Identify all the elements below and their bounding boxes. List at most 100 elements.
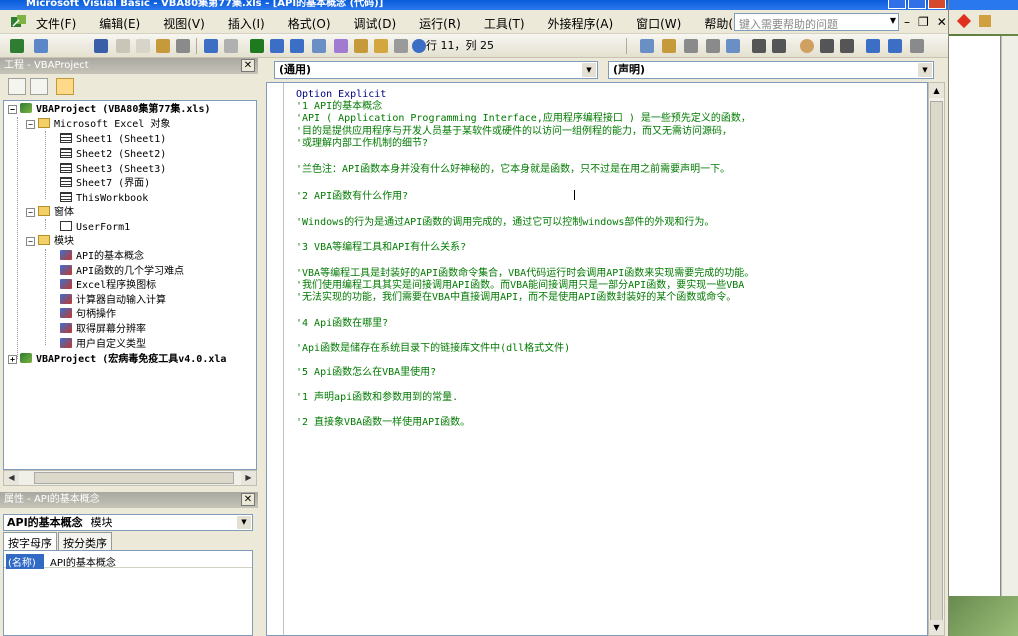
- menu-view[interactable]: 视图(V): [163, 15, 205, 32]
- collapse-icon[interactable]: −: [26, 208, 35, 217]
- code-line[interactable]: '或理解内部工作机制的细节?: [296, 138, 428, 150]
- scroll-down-icon[interactable]: ▼: [929, 620, 944, 635]
- previous-bookmark-icon[interactable]: [910, 39, 924, 53]
- mdi-minimize-button[interactable]: –: [904, 15, 910, 29]
- tree-item-project-xla[interactable]: + VBAProject (宏病毒免疫工具v4.0.xla: [8, 353, 226, 367]
- object-browser-icon[interactable]: [374, 39, 388, 53]
- redo-icon[interactable]: [224, 39, 238, 53]
- collapse-icon[interactable]: −: [8, 105, 17, 114]
- code-line[interactable]: 'VBA等编程工具是封装好的API函数命令集合，VBA代码运行时会调用API函数…: [296, 268, 754, 280]
- properties-window-icon[interactable]: [354, 39, 368, 53]
- reset-icon[interactable]: [290, 39, 304, 53]
- code-line[interactable]: '4 Api函数在哪里?: [296, 318, 388, 330]
- design-mode-icon[interactable]: [312, 39, 326, 53]
- properties-close-button[interactable]: ✕: [241, 493, 255, 506]
- tree-item-module-resolution[interactable]: 取得屏幕分辨率: [60, 323, 146, 337]
- code-line[interactable]: '我们使用编程工具其实是间接调用API函数。而VBA能间接调用只是一部分API函…: [296, 280, 744, 292]
- menu-window[interactable]: 窗口(W): [636, 15, 681, 32]
- tree-item-sheet1[interactable]: Sheet1 (Sheet1): [60, 133, 166, 147]
- project-close-button[interactable]: ✕: [241, 59, 255, 72]
- tree-item-module-user-type[interactable]: 用户自定义类型: [60, 338, 146, 352]
- tree-item-thisworkbook[interactable]: ThisWorkbook: [60, 192, 148, 206]
- code-line[interactable]: '3 VBA等编程工具和API有什么关系?: [296, 242, 466, 254]
- parameter-info-icon[interactable]: [706, 39, 720, 53]
- tree-item-project[interactable]: − VBAProject (VBA80集第77集.xls): [8, 103, 211, 117]
- tree-item-sheet3[interactable]: Sheet3 (Sheet3): [60, 163, 166, 177]
- scroll-thumb[interactable]: [34, 472, 234, 484]
- code-line[interactable]: '2 直接象VBA函数一样使用API函数。: [296, 417, 470, 429]
- help-search-input[interactable]: 键入需要帮助的问题 ▼: [734, 13, 899, 31]
- indent-icon[interactable]: [752, 39, 766, 53]
- outdent-icon[interactable]: [772, 39, 786, 53]
- object-dropdown[interactable]: (通用) ▼: [274, 61, 598, 79]
- toggle-folders-button[interactable]: [56, 78, 74, 95]
- tree-item-module-handle[interactable]: 句柄操作: [60, 308, 116, 322]
- scroll-right-icon[interactable]: ▶: [241, 471, 256, 485]
- collapse-icon[interactable]: −: [26, 120, 35, 129]
- uncomment-block-icon[interactable]: [840, 39, 854, 53]
- code-vertical-scrollbar[interactable]: ▲ ▼: [928, 82, 945, 636]
- scroll-left-icon[interactable]: ◀: [4, 471, 19, 485]
- code-line[interactable]: '2 API函数有什么作用?: [296, 191, 408, 203]
- complete-word-icon[interactable]: [726, 39, 740, 53]
- expand-icon[interactable]: +: [8, 355, 17, 364]
- tree-item-forms[interactable]: − 窗体: [26, 206, 74, 220]
- next-bookmark-icon[interactable]: [888, 39, 902, 53]
- mdi-restore-button[interactable]: ❐: [918, 15, 929, 29]
- tree-item-module-api-basics[interactable]: API的基本概念: [60, 250, 144, 264]
- cut-icon[interactable]: [116, 39, 130, 53]
- paste-icon[interactable]: [156, 39, 170, 53]
- tree-item-sheet7[interactable]: Sheet7 (界面): [60, 177, 150, 191]
- chevron-down-icon[interactable]: ▼: [918, 63, 932, 77]
- scroll-thumb[interactable]: [930, 101, 943, 621]
- code-line[interactable]: 'Api函数是储存在系统目录下的链接库文件中(dll格式文件): [296, 343, 570, 355]
- menu-file[interactable]: 文件(F): [36, 15, 76, 32]
- menu-run[interactable]: 运行(R): [419, 15, 461, 32]
- menu-tools[interactable]: 工具(T): [484, 15, 525, 32]
- red-diamond-icon[interactable]: [956, 13, 972, 29]
- comment-block-icon[interactable]: [820, 39, 834, 53]
- help-icon[interactable]: [412, 39, 426, 53]
- procedure-dropdown[interactable]: (声明) ▼: [608, 61, 934, 79]
- tree-item-module-excel-icon[interactable]: Excel程序换图标: [60, 279, 156, 293]
- view-object-button[interactable]: [30, 78, 48, 95]
- tree-item-module-calculator[interactable]: 计算器自动输入计算: [60, 294, 166, 308]
- list-constants-icon[interactable]: [662, 39, 676, 53]
- close-window-button[interactable]: [928, 0, 946, 9]
- code-line[interactable]: '兰色注：API函数本身并没有什么好神秘的，它本身就是函数，只不过是在用之前需要…: [296, 164, 730, 176]
- menu-format[interactable]: 格式(O): [288, 15, 331, 32]
- view-code-button[interactable]: [8, 78, 26, 95]
- toggle-bookmark-icon[interactable]: [866, 39, 880, 53]
- tab-categorized[interactable]: 按分类序: [58, 532, 112, 550]
- chevron-down-icon[interactable]: ▼: [237, 516, 251, 529]
- code-line[interactable]: Option Explicit: [296, 89, 386, 101]
- code-line[interactable]: '5 Api函数怎么在VBA里使用?: [296, 367, 436, 379]
- code-line[interactable]: 'API ( Application Programming Interface…: [296, 113, 751, 125]
- scroll-up-icon[interactable]: ▲: [929, 83, 944, 98]
- code-line[interactable]: '目的是提供应用程序与开发人员基于某软件或硬件的以访问一组例程的能力，而又无需访…: [296, 126, 732, 138]
- run-icon[interactable]: [250, 39, 264, 53]
- tree-item-excel-objects[interactable]: − Microsoft Excel 对象: [26, 118, 170, 132]
- tree-item-sheet2[interactable]: Sheet2 (Sheet2): [60, 148, 166, 162]
- undo-icon[interactable]: [204, 39, 218, 53]
- menu-addins[interactable]: 外接程序(A): [548, 15, 614, 32]
- code-line[interactable]: '1 API的基本概念: [296, 101, 382, 113]
- toolbox-icon[interactable]: [394, 39, 408, 53]
- save-icon[interactable]: [94, 39, 108, 53]
- menu-edit[interactable]: 编辑(E): [99, 15, 140, 32]
- mdi-close-button[interactable]: ✕: [937, 15, 947, 29]
- properties-object-select[interactable]: API的基本概念 模块 ▼: [3, 514, 253, 531]
- collapse-icon[interactable]: −: [26, 237, 35, 246]
- code-line[interactable]: '1 声明api函数和参数用到的常量.: [296, 392, 458, 404]
- background-scrollbar[interactable]: [1001, 36, 1018, 596]
- code-line[interactable]: '无法实现的功能，我们需要在VBA中直接调用API，而不是使用API函数封装好的…: [296, 292, 736, 304]
- maximize-button[interactable]: [908, 0, 926, 9]
- tree-item-module-api-difficulties[interactable]: API函数的几个学习难点: [60, 265, 184, 279]
- code-margin-indicator-bar[interactable]: [267, 83, 284, 635]
- property-row[interactable]: (名称) API的基本概念: [4, 553, 252, 569]
- project-explorer-icon[interactable]: [334, 39, 348, 53]
- menu-debug[interactable]: 调试(D): [354, 15, 397, 32]
- tab-alphabetic[interactable]: 按字母序: [3, 532, 57, 550]
- copy-icon[interactable]: [136, 39, 150, 53]
- chevron-down-icon[interactable]: ▼: [582, 63, 596, 77]
